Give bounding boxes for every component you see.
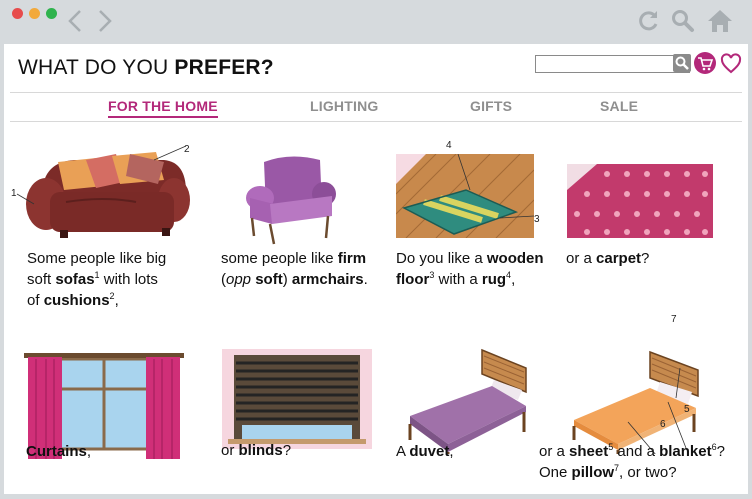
caption-text: , [86,443,92,460]
cart-button[interactable] [694,52,716,74]
search-icon[interactable] [670,8,696,34]
sofa-illustration [16,145,190,238]
caption-text: ? [641,250,650,267]
caption-text: Some people like big [27,250,167,267]
caption-text: ? [716,443,725,460]
caption-text: or a [539,443,570,460]
caption-text: blanket [659,443,712,460]
blinds-illustration [222,349,372,449]
carpet-illustration [567,164,713,238]
caption-text: with a [434,271,482,288]
label-number: 7 [671,314,677,325]
cart-icon [698,57,714,71]
tab-sale[interactable]: SALE [600,98,638,114]
tab-lighting[interactable]: LIGHTING [310,98,378,114]
caption-text: duvet [409,443,450,460]
caption-text: sheet [569,443,609,460]
browser-toolbar [0,0,752,44]
caption-text: floor [396,271,430,288]
reload-icon[interactable] [636,8,660,34]
caption-duvet: A duvet, [396,441,454,462]
caption-text: Curtains [26,443,87,460]
page-title: WHAT DO YOU PREFER? [18,56,274,79]
label-number: 2 [184,144,190,155]
caption-text: One [539,464,572,481]
caption-text: opp [226,271,252,288]
caption-text: firm [337,250,367,267]
label-number: 6 [660,419,666,430]
back-arrow-icon[interactable] [66,8,84,34]
caption-text: rug [481,271,507,288]
wooden-floor-illustration [396,154,534,238]
caption-text: , [511,271,516,288]
maximize-window-button[interactable] [46,8,57,19]
caption-sofa: Some people like big soft sofas1 with lot… [27,248,166,311]
caption-text: or a [566,250,597,267]
caption-text: cushions [43,292,110,309]
home-icon[interactable] [706,8,734,34]
caption-text: soft [27,271,56,288]
label-number: 5 [684,404,690,415]
label-number: 1 [11,188,17,199]
label-number: 3 [534,214,540,225]
caption-floor: Do you like a wooden floor3 with a rug4, [396,248,544,290]
caption-text: some people like [221,250,338,267]
caption-text: and a [613,443,660,460]
caption-text: Do you like a [396,250,487,267]
caption-text: pillow [571,464,615,481]
caption-text: armchairs [291,271,364,288]
caption-text: A [396,443,410,460]
tab-gifts[interactable]: GIFTS [470,98,512,114]
caption-text: . [363,271,368,288]
caption-curtains: Curtains, [26,441,91,462]
caption-text: soft [255,271,283,288]
forward-arrow-icon[interactable] [96,8,114,34]
caption-text: wooden [486,250,544,267]
caption-text: with lots [99,271,158,288]
search-input[interactable] [535,55,690,73]
web-page: WHAT DO YOU PREFER? FOR THE HOME LIGHTIN… [4,44,748,494]
heart-icon[interactable] [720,53,742,75]
caption-text: blinds [238,442,283,459]
caption-text: sofas [55,271,95,288]
caption-text: , or two? [619,464,677,481]
armchair-illustration [246,156,336,245]
duvet-illustration [408,348,527,454]
caption-armchair: some people like firm (opp soft) armchair… [221,248,368,290]
caption-text: , [449,443,454,460]
caption-text: or [221,442,239,459]
caption-text: ) [282,271,292,288]
category-nav: FOR THE HOME LIGHTING GIFTS SALE [10,92,742,122]
caption-text: , [114,292,119,309]
close-window-button[interactable] [12,8,23,19]
bed-illustration [572,350,699,454]
minimize-window-button[interactable] [29,8,40,19]
caption-text: ? [282,442,292,459]
caption-blinds: or blinds? [221,440,291,461]
caption-text: of [27,292,44,309]
tab-for-the-home[interactable]: FOR THE HOME [108,98,218,118]
caption-bed: or a sheet5 and a blanket6? One pillow7, … [539,441,725,483]
search-button[interactable] [673,54,691,72]
caption-text: carpet [596,250,642,267]
search-icon [675,56,689,70]
label-number: 4 [446,140,452,151]
caption-carpet: or a carpet? [566,248,649,269]
